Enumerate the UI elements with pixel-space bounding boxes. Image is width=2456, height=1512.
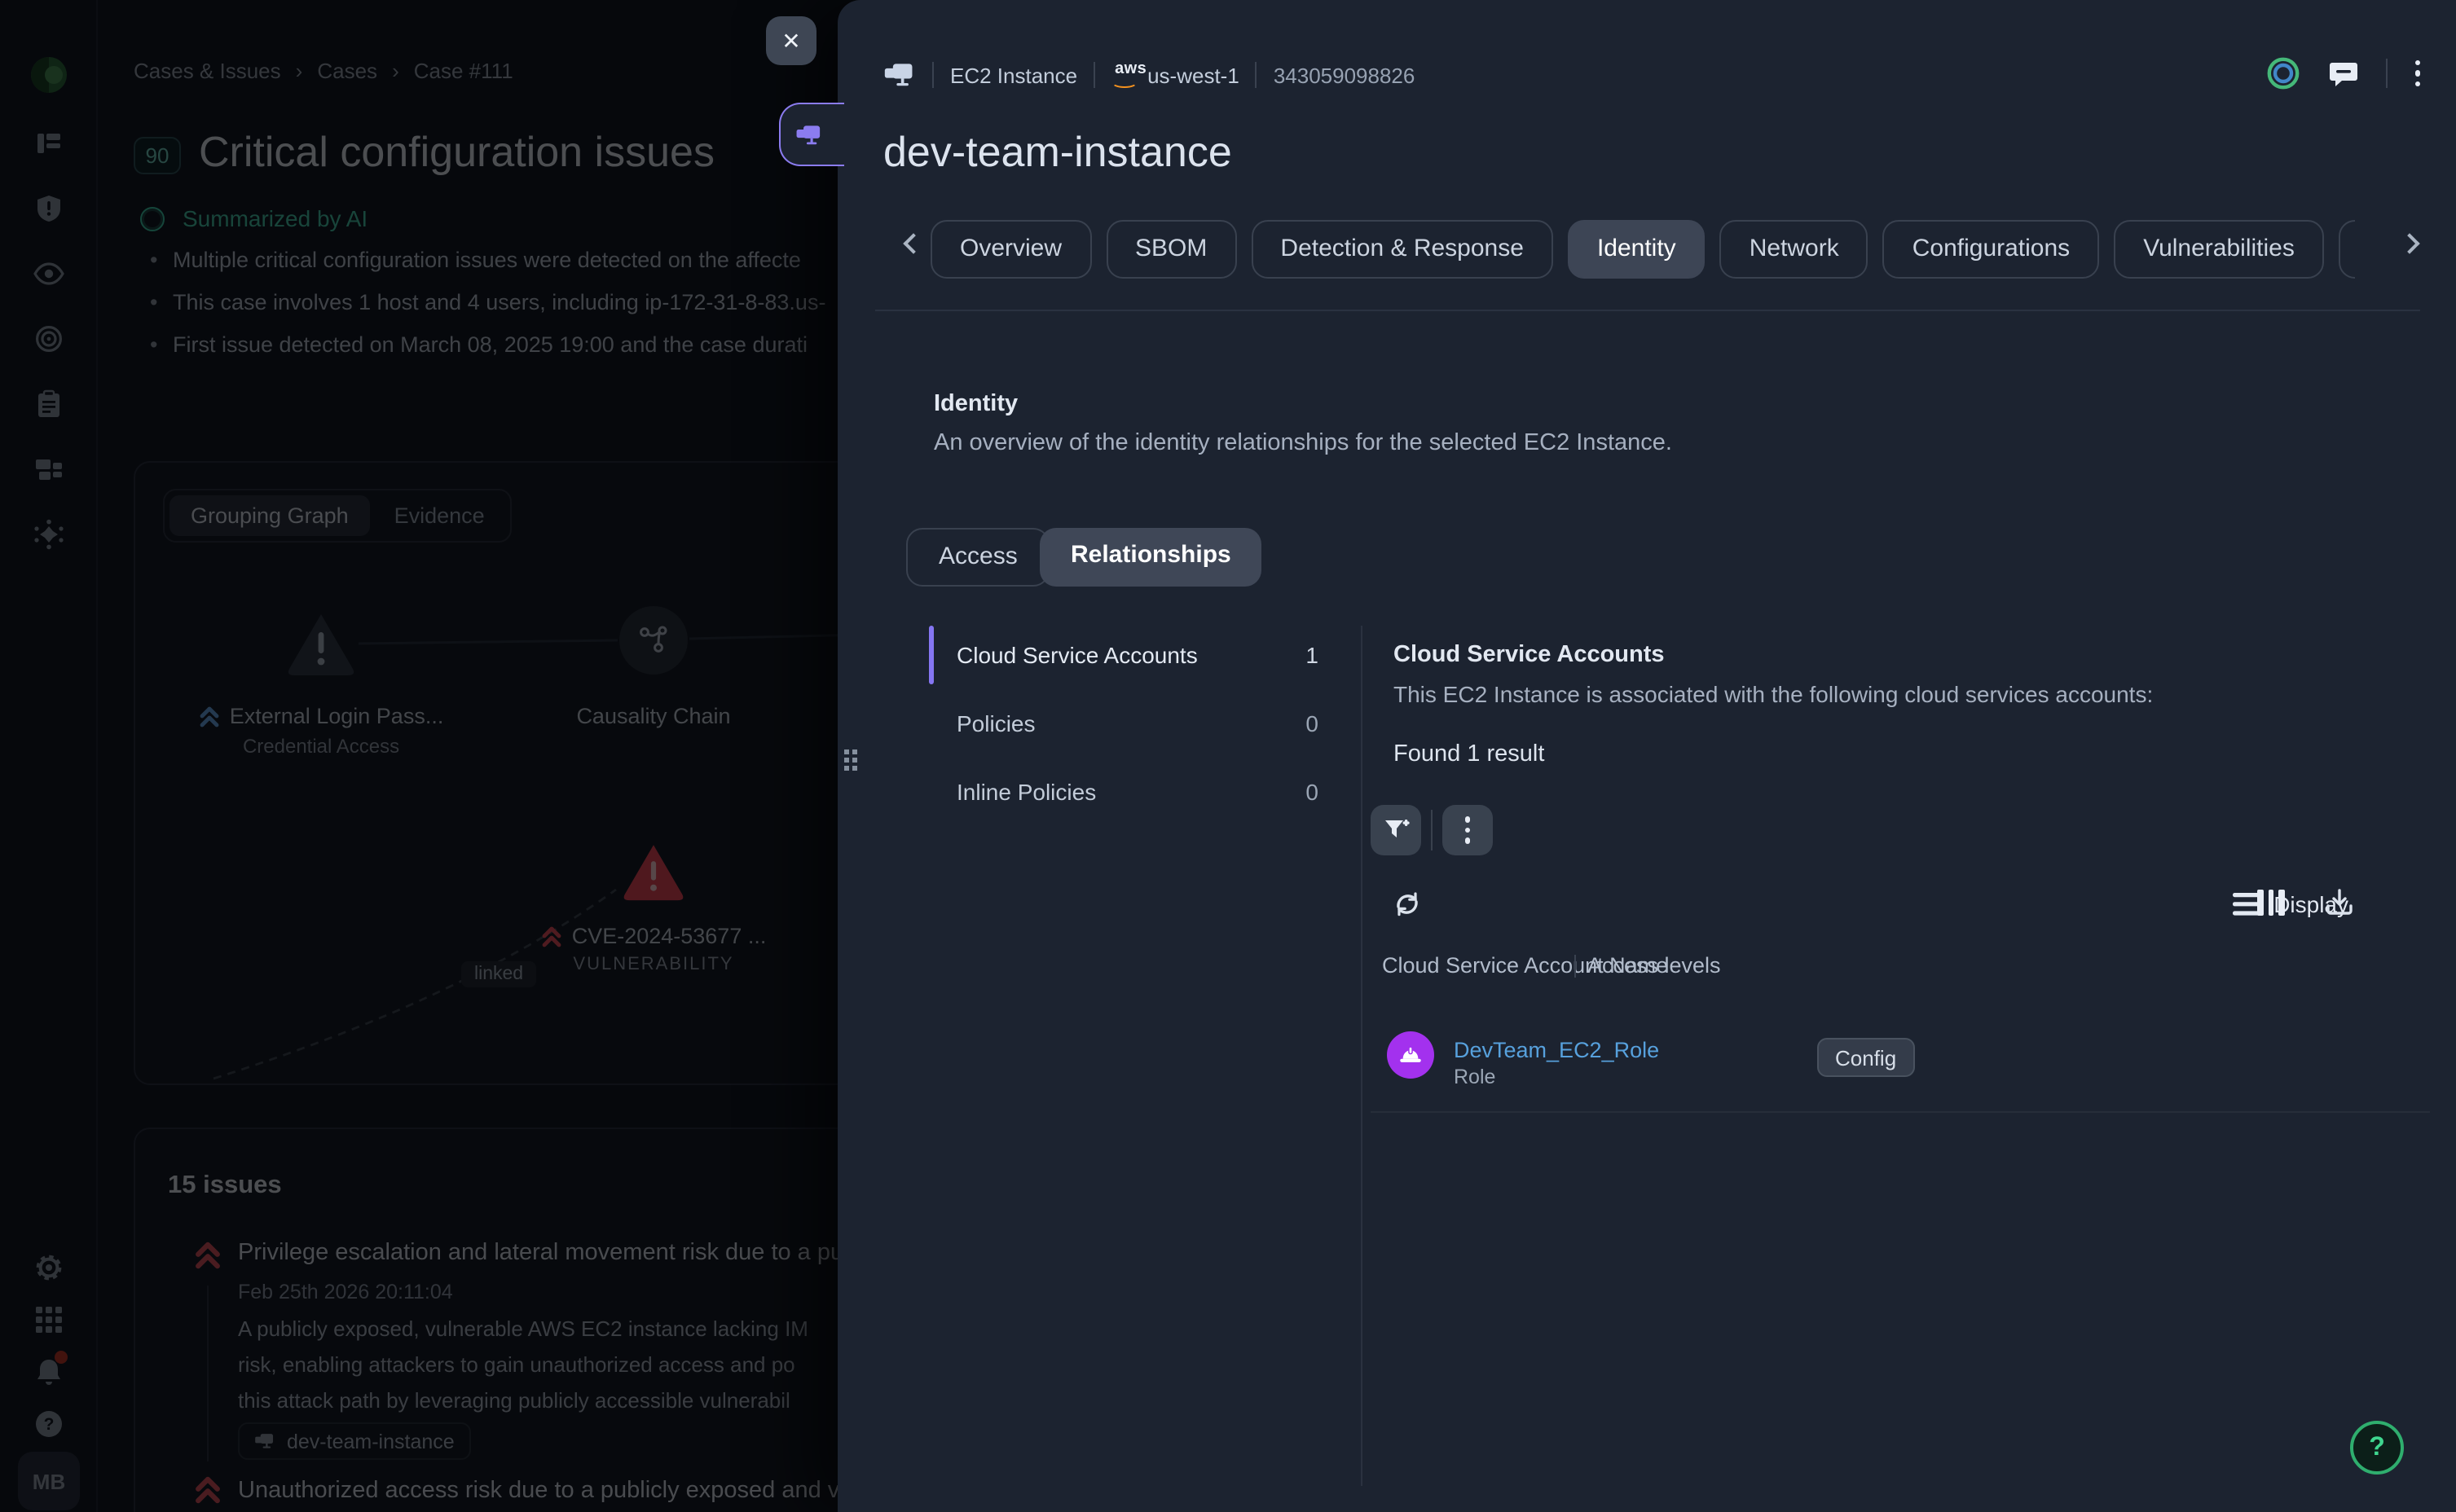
tab-vulnerabilities[interactable]: Vulnerabilities bbox=[2114, 220, 2324, 279]
content-heading: Cloud Service Accounts bbox=[1393, 642, 1665, 668]
asset-drawer-tab[interactable] bbox=[779, 103, 844, 166]
divider bbox=[1361, 626, 1362, 1486]
role-avatar bbox=[1387, 1031, 1434, 1079]
rel-item-inline-policies[interactable]: Inline Policies 0 bbox=[957, 763, 1318, 821]
refresh-icon[interactable] bbox=[1393, 891, 1421, 917]
help-button[interactable]: ? bbox=[2350, 1421, 2404, 1475]
tabs-scroll-left-icon[interactable] bbox=[903, 233, 923, 253]
toggle-relationships[interactable]: Relationships bbox=[1040, 528, 1262, 587]
section-description: An overview of the identity relationship… bbox=[934, 430, 1672, 456]
active-item-indicator bbox=[929, 626, 934, 684]
divider bbox=[1431, 810, 1433, 850]
account-name-link[interactable]: DevTeam_EC2_Role bbox=[1454, 1038, 1659, 1062]
toggle-access[interactable]: Access bbox=[906, 528, 1050, 587]
divider bbox=[1256, 62, 1257, 88]
access-level-badge[interactable]: Config bbox=[1817, 1038, 1914, 1077]
monitor-icon bbox=[795, 123, 823, 146]
tab-sbom[interactable]: SBOM bbox=[1106, 220, 1236, 279]
filter-options-button[interactable] bbox=[1442, 805, 1493, 855]
account-id: 343059098826 bbox=[1274, 63, 1415, 87]
more-options-icon[interactable] bbox=[2414, 60, 2420, 86]
tab-identity[interactable]: Identity bbox=[1568, 220, 1706, 279]
tab-agents[interactable]: Agents bbox=[2339, 220, 2355, 279]
tab-overview[interactable]: Overview bbox=[931, 220, 1091, 279]
divider bbox=[1371, 1111, 2430, 1113]
add-filter-button[interactable] bbox=[1371, 805, 1421, 855]
divider bbox=[932, 62, 934, 88]
divider bbox=[1574, 955, 1576, 978]
tabs-scroll-right-icon[interactable] bbox=[2399, 233, 2419, 253]
close-drawer-button[interactable]: ✕ bbox=[766, 16, 816, 65]
ai-scan-icon[interactable] bbox=[2265, 55, 2300, 91]
region-label: us-west-1 bbox=[1147, 63, 1239, 87]
columns-icon[interactable] bbox=[2257, 890, 2285, 916]
divider bbox=[1094, 62, 1095, 88]
asset-drawer: EC2 Instance aws us-west-1 343059098826 bbox=[838, 0, 2456, 1512]
content-description: This EC2 Instance is associated with the… bbox=[1393, 681, 2153, 707]
account-type: Role bbox=[1454, 1066, 1495, 1088]
section-heading: Identity bbox=[934, 391, 1018, 417]
download-icon[interactable] bbox=[2326, 888, 2353, 916]
tab-configurations[interactable]: Configurations bbox=[1883, 220, 2099, 279]
asset-tabs: Overview SBOM Detection & Response Ident… bbox=[931, 220, 2355, 282]
display-lines-icon bbox=[2233, 892, 2260, 915]
divider bbox=[875, 310, 2420, 311]
tab-network[interactable]: Network bbox=[1720, 220, 1868, 279]
asset-title: dev-team-instance bbox=[883, 127, 1232, 178]
aws-logo: aws bbox=[1111, 62, 1147, 88]
filter-plus-icon bbox=[1383, 818, 1409, 842]
more-options-icon bbox=[1465, 817, 1471, 843]
hard-hat-icon bbox=[1398, 1044, 1423, 1066]
app-root: ? MB Cases & Issues › Cases › Case #111 … bbox=[0, 0, 2456, 1512]
result-count: Found 1 result bbox=[1393, 741, 1544, 767]
rel-item-cloud-service-accounts[interactable]: Cloud Service Accounts 1 bbox=[957, 626, 1318, 684]
asset-type-label: EC2 Instance bbox=[950, 63, 1077, 87]
monitor-icon bbox=[883, 62, 916, 88]
chat-icon[interactable] bbox=[2328, 59, 2357, 87]
drawer-header: EC2 Instance aws us-west-1 343059098826 bbox=[883, 59, 1415, 91]
drawer-resize-handle[interactable] bbox=[844, 749, 857, 771]
column-header-access-levels[interactable]: Access levels bbox=[1587, 953, 1721, 978]
tab-detection-response[interactable]: Detection & Response bbox=[1251, 220, 1553, 279]
rel-item-policies[interactable]: Policies 0 bbox=[957, 694, 1318, 753]
divider bbox=[2385, 59, 2387, 88]
